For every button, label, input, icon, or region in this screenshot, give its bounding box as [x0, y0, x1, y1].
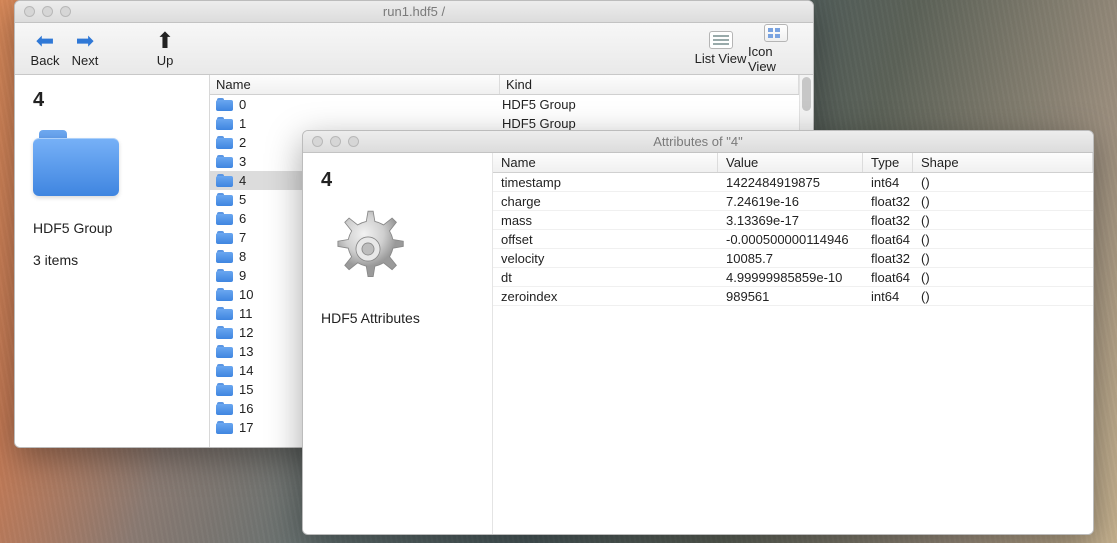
titlebar[interactable]: Attributes of "4"	[303, 131, 1093, 153]
folder-icon	[216, 155, 233, 168]
column-headers[interactable]: Name Kind	[210, 75, 799, 95]
folder-icon	[216, 345, 233, 358]
attr-type: float32	[863, 194, 913, 209]
attr-name: offset	[493, 232, 718, 247]
sidebar-title: 4	[33, 89, 191, 112]
column-type[interactable]: Type	[863, 153, 913, 172]
attr-shape: ()	[913, 289, 1093, 304]
window-title: Attributes of "4"	[303, 134, 1093, 149]
folder-icon	[216, 117, 233, 130]
arrow-left-icon: ⬅	[36, 30, 54, 52]
attr-name: charge	[493, 194, 718, 209]
folder-icon	[33, 130, 119, 196]
column-name[interactable]: Name	[493, 153, 718, 172]
attr-type: float32	[863, 213, 913, 228]
list-item[interactable]: 0HDF5 Group	[210, 95, 799, 114]
sidebar: 4 HDF5 Attributes	[303, 153, 493, 534]
close-icon[interactable]	[312, 136, 323, 147]
attr-name: zeroindex	[493, 289, 718, 304]
column-value[interactable]: Value	[718, 153, 863, 172]
folder-icon	[216, 288, 233, 301]
folder-icon	[216, 383, 233, 396]
item-kind: HDF5 Group	[502, 116, 799, 131]
attr-name: velocity	[493, 251, 718, 266]
attr-type: float64	[863, 232, 913, 247]
folder-icon	[216, 212, 233, 225]
item-name: 1	[239, 116, 502, 131]
attr-value: 4.99999985859e-10	[718, 270, 863, 285]
table-row[interactable]: charge7.24619e-16float32()	[493, 192, 1093, 211]
sidebar-kind: HDF5 Group	[33, 220, 191, 236]
window-title: run1.hdf5 /	[15, 4, 813, 19]
attr-type: float64	[863, 270, 913, 285]
arrow-right-icon: ➡	[76, 30, 94, 52]
folder-icon	[216, 193, 233, 206]
attr-name: mass	[493, 213, 718, 228]
folder-icon	[216, 326, 233, 339]
attr-type: int64	[863, 289, 913, 304]
gear-icon	[325, 206, 411, 292]
grid-icon	[764, 24, 788, 42]
zoom-icon[interactable]	[60, 6, 71, 17]
attr-shape: ()	[913, 213, 1093, 228]
arrow-up-icon: ⬆	[156, 30, 174, 52]
table-row[interactable]: timestamp1422484919875int64()	[493, 173, 1093, 192]
zoom-icon[interactable]	[348, 136, 359, 147]
folder-icon	[216, 98, 233, 111]
column-shape[interactable]: Shape	[913, 153, 1093, 172]
folder-icon	[216, 269, 233, 282]
list-view-button[interactable]: List View	[693, 31, 748, 66]
column-headers[interactable]: Name Value Type Shape	[493, 153, 1093, 173]
folder-icon	[216, 250, 233, 263]
folder-icon	[216, 174, 233, 187]
folder-icon	[216, 364, 233, 377]
folder-icon	[216, 402, 233, 415]
table-row[interactable]: velocity10085.7float32()	[493, 249, 1093, 268]
back-button[interactable]: ⬅Back	[25, 30, 65, 68]
attr-name: dt	[493, 270, 718, 285]
attr-name: timestamp	[493, 175, 718, 190]
attr-value: 7.24619e-16	[718, 194, 863, 209]
table-row[interactable]: dt4.99999985859e-10float64()	[493, 268, 1093, 287]
up-button[interactable]: ⬆Up	[145, 30, 185, 68]
attr-shape: ()	[913, 270, 1093, 285]
titlebar[interactable]: run1.hdf5 /	[15, 1, 813, 23]
table-row[interactable]: offset-0.000500000114946float64()	[493, 230, 1093, 249]
attribute-table: Name Value Type Shape timestamp142248491…	[493, 153, 1093, 534]
table-row[interactable]: mass3.13369e-17float32()	[493, 211, 1093, 230]
folder-icon	[216, 231, 233, 244]
folder-icon	[216, 307, 233, 320]
attr-type: float32	[863, 251, 913, 266]
list-icon	[709, 31, 733, 49]
icon-view-button[interactable]: Icon View	[748, 24, 803, 74]
attr-shape: ()	[913, 175, 1093, 190]
attr-value: 989561	[718, 289, 863, 304]
close-icon[interactable]	[24, 6, 35, 17]
item-kind: HDF5 Group	[502, 97, 799, 112]
toolbar: ⬅Back ➡Next ⬆Up List View Icon View	[15, 23, 813, 75]
attributes-window: Attributes of "4" 4 HDF5 Attributes	[302, 130, 1094, 535]
next-button[interactable]: ➡Next	[65, 30, 105, 68]
attr-shape: ()	[913, 232, 1093, 247]
attr-shape: ()	[913, 194, 1093, 209]
sidebar-title: 4	[321, 169, 474, 192]
table-row[interactable]: zeroindex989561int64()	[493, 287, 1093, 306]
item-name: 0	[239, 97, 502, 112]
column-kind[interactable]: Kind	[500, 75, 799, 94]
minimize-icon[interactable]	[42, 6, 53, 17]
sidebar: 4 HDF5 Group 3 items	[15, 75, 210, 447]
sidebar-count: 3 items	[33, 252, 191, 268]
attr-value: 10085.7	[718, 251, 863, 266]
folder-icon	[216, 421, 233, 434]
attr-value: 1422484919875	[718, 175, 863, 190]
sidebar-kind: HDF5 Attributes	[321, 310, 474, 326]
attr-type: int64	[863, 175, 913, 190]
attr-value: -0.000500000114946	[718, 232, 863, 247]
attr-value: 3.13369e-17	[718, 213, 863, 228]
attr-shape: ()	[913, 251, 1093, 266]
column-name[interactable]: Name	[210, 75, 500, 94]
minimize-icon[interactable]	[330, 136, 341, 147]
folder-icon	[216, 136, 233, 149]
